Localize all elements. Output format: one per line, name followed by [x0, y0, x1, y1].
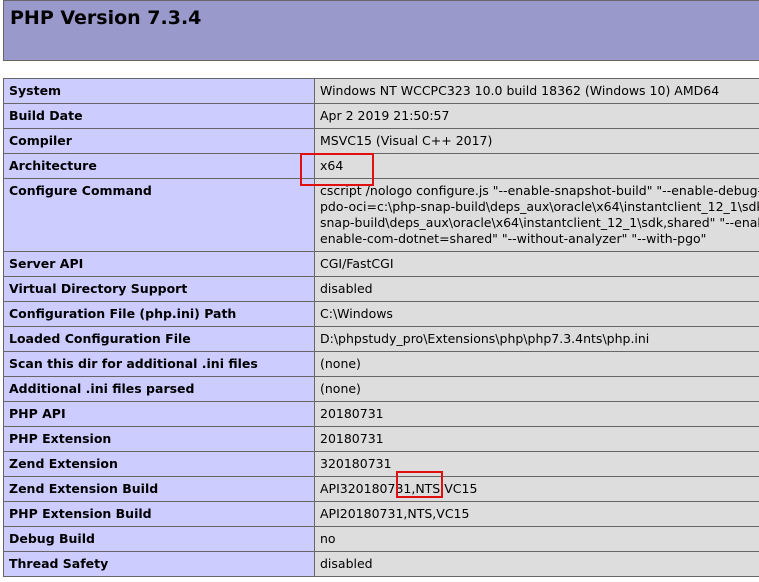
row-label: Configure Command [3, 178, 315, 252]
table-row: Zend Extension Build API320180731,NTS,VC1… [3, 476, 759, 502]
row-value-line: no [320, 531, 336, 546]
row-value: x64 [314, 153, 759, 179]
row-label: Configuration File (php.ini) Path [3, 301, 315, 327]
page-header: PHP Version 7.3.4 [3, 0, 759, 61]
row-label: PHP Extension [3, 426, 315, 452]
row-value-line: snap-build\deps_aux\oracle\x64\instantcl… [320, 215, 759, 230]
table-row: Scan this dir for additional .ini files (… [3, 351, 759, 377]
row-value: D:\phpstudy_pro\Extensions\php\php7.3.4n… [314, 326, 759, 352]
row-value: Apr 2 2019 21:50:57 [314, 103, 759, 129]
row-label: Architecture [3, 153, 315, 179]
row-label: Virtual Directory Support [3, 276, 315, 302]
row-value-line: C:\Windows [320, 306, 393, 321]
row-value: cscript /nologo configure.js "--enable-s… [314, 178, 759, 252]
table-row: Configure Command cscript /nologo configu… [3, 178, 759, 252]
row-value-line: disabled [320, 281, 373, 296]
table-row: Debug Build no [3, 526, 759, 552]
row-value-line: cscript /nologo configure.js "--enable-s… [320, 183, 759, 198]
row-value-line: 20180731 [320, 406, 384, 421]
row-label: Loaded Configuration File [3, 326, 315, 352]
row-value: CGI/FastCGI [314, 251, 759, 277]
row-value-line: Apr 2 2019 21:50:57 [320, 108, 450, 123]
row-value: 20180731 [314, 401, 759, 427]
row-label: Debug Build [3, 526, 315, 552]
row-value-line: API20180731,NTS,VC15 [320, 506, 470, 521]
row-value-line: 20180731 [320, 431, 384, 446]
row-value-line: enable-com-dotnet=shared" "--without-ana… [320, 231, 707, 246]
table-row: Configuration File (php.ini) Path C:\Wind… [3, 301, 759, 327]
row-value-line: pdo-oci=c:\php-snap-build\deps_aux\oracl… [320, 199, 759, 214]
table-row: System Windows NT WCCPC323 10.0 build 183… [3, 78, 759, 104]
row-value: disabled [314, 551, 759, 577]
table-row: PHP API 20180731 [3, 401, 759, 427]
row-value: Windows NT WCCPC323 10.0 build 18362 (Wi… [314, 78, 759, 104]
row-label: Server API [3, 251, 315, 277]
table-row: Loaded Configuration File D:\phpstudy_pro… [3, 326, 759, 352]
row-value-line: Windows NT WCCPC323 10.0 build 18362 (Wi… [320, 83, 720, 98]
row-value: no [314, 526, 759, 552]
row-label: PHP API [3, 401, 315, 427]
row-value-line: CGI/FastCGI [320, 256, 394, 271]
table-row: PHP Extension Build API20180731,NTS,VC15 [3, 501, 759, 527]
row-label: Zend Extension Build [3, 476, 315, 502]
row-value-line: (none) [320, 356, 361, 371]
row-value-line: disabled [320, 556, 373, 571]
row-value-line: x64 [320, 158, 344, 173]
row-label: PHP Extension Build [3, 501, 315, 527]
table-row: Virtual Directory Support disabled [3, 276, 759, 302]
row-value: C:\Windows [314, 301, 759, 327]
row-value-line: MSVC15 (Visual C++ 2017) [320, 133, 493, 148]
row-label: Build Date [3, 103, 315, 129]
row-value: 20180731 [314, 426, 759, 452]
table-row: Additional .ini files parsed (none) [3, 376, 759, 402]
table-row: PHP Extension 20180731 [3, 426, 759, 452]
table-row: Build Date Apr 2 2019 21:50:57 [3, 103, 759, 129]
row-label: Scan this dir for additional .ini files [3, 351, 315, 377]
row-value-line: 320180731 [320, 456, 392, 471]
table-row: Architecture x64 [3, 153, 759, 179]
table-row: Thread Safety disabled [3, 551, 759, 577]
table-row: Server API CGI/FastCGI [3, 251, 759, 277]
row-value: (none) [314, 376, 759, 402]
row-label: Zend Extension [3, 451, 315, 477]
page-title: PHP Version 7.3.4 [10, 7, 202, 29]
row-value-line: (none) [320, 381, 361, 396]
row-value: MSVC15 (Visual C++ 2017) [314, 128, 759, 154]
row-label: System [3, 78, 315, 104]
row-value: (none) [314, 351, 759, 377]
row-value: API320180731,NTS,VC15 [314, 476, 759, 502]
row-value-line: D:\phpstudy_pro\Extensions\php\php7.3.4n… [320, 331, 650, 346]
row-value: API20180731,NTS,VC15 [314, 501, 759, 527]
table-row: Zend Extension 320180731 [3, 451, 759, 477]
row-label: Additional .ini files parsed [3, 376, 315, 402]
row-value: 320180731 [314, 451, 759, 477]
row-label: Compiler [3, 128, 315, 154]
php-info-table: System Windows NT WCCPC323 10.0 build 183… [3, 78, 759, 577]
table-row: Compiler MSVC15 (Visual C++ 2017) [3, 128, 759, 154]
row-value-line: API320180731,NTS,VC15 [320, 481, 478, 496]
row-label: Thread Safety [3, 551, 315, 577]
row-value: disabled [314, 276, 759, 302]
